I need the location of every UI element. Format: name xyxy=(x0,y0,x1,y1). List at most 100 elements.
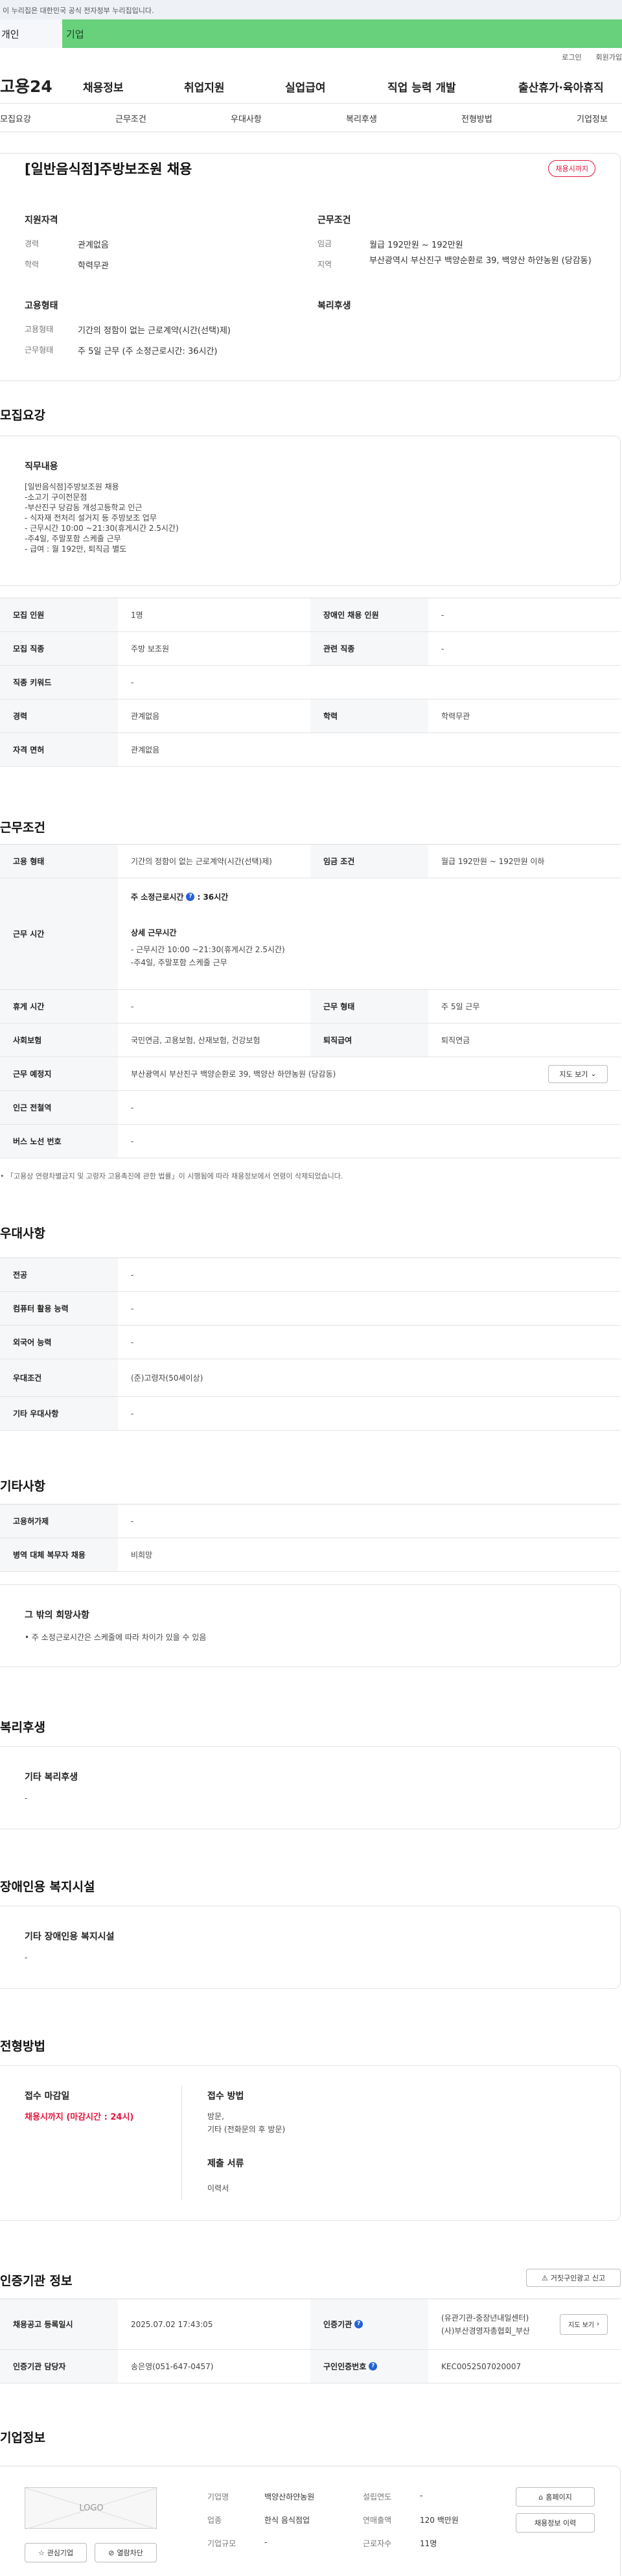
interest-company-button[interactable]: ☆ 관심기업 xyxy=(25,2543,87,2562)
cell-label: 모집 직종 xyxy=(0,631,118,666)
welfare-box-value: - xyxy=(25,1794,28,1803)
cell-value: - xyxy=(118,665,621,699)
method-value: 방문, 기타 (전화문의 후 방문) xyxy=(207,2110,285,2136)
cell-label: 구인인증번호 ? xyxy=(310,2349,428,2383)
org-value: (유관기관-중장년내일센터) (사)부산경영자총협회_부산 xyxy=(441,2312,530,2337)
anchor-work[interactable]: 근무조건 xyxy=(115,112,146,124)
gnb-item-parental-leave[interactable]: 출산휴가·육아휴직 xyxy=(518,78,604,95)
hours-main-value: : 36시간 xyxy=(197,893,229,902)
etc-wish-heading: 그 밖의 희망사항 xyxy=(25,1610,89,1621)
cell-label: 인증기관 담당자 xyxy=(0,2349,118,2383)
section-anchor-tabs: 모집요강 근무조건 우대사항 복리후생 전형방법 기업정보 xyxy=(0,104,622,132)
gnb-item-jobs[interactable]: 채용정보 xyxy=(83,78,124,95)
cell-label: 근무 시간 xyxy=(0,878,118,990)
info-icon[interactable]: ? xyxy=(186,893,195,901)
anchor-recruit[interactable]: 모집요강 xyxy=(0,112,31,124)
cell-value: 비희망 xyxy=(118,1538,621,1572)
anchor-preference[interactable]: 우대사항 xyxy=(231,112,262,124)
tab-company[interactable]: 기업 xyxy=(62,19,622,48)
org-line: (사)부산경영자총협회_부산 xyxy=(441,2326,530,2336)
org-map-button[interactable]: 지도 보기 › xyxy=(560,2313,608,2335)
anchor-screening[interactable]: 전형방법 xyxy=(461,112,492,124)
cell-value: - xyxy=(118,1258,621,1292)
cell-value: 주방 보조원 xyxy=(118,631,310,666)
employees-value: 11명 xyxy=(420,2539,437,2548)
table-row: 고용허가제 - xyxy=(0,1504,621,1538)
map-button[interactable]: 지도 보기 ⌄ xyxy=(548,1064,608,1083)
qual-heading: 지원자격 xyxy=(25,215,58,226)
founded-label: 설립연도 xyxy=(363,2492,392,2501)
founded-value: - xyxy=(420,2491,423,2500)
hours-detail-line: -주4일, 주말포함 스케줄 근무 xyxy=(131,958,227,967)
cell-value: 국민연금, 고용보험, 산재보험, 건강보험 xyxy=(118,1023,310,1057)
cell-label: 인근 전철역 xyxy=(0,1090,118,1125)
duty-card: 직무내용 [일반음식점]주방보조원 채용 -소고기 구이전문점 -부산진구 당감… xyxy=(0,436,621,586)
signup-link[interactable]: 회원가입 xyxy=(596,52,622,62)
status-badge: 채용시까지 xyxy=(548,160,595,177)
cell-value: 월급 192만원 ~ 192만원 이하 xyxy=(428,844,621,878)
docs-heading: 제출 서류 xyxy=(207,2159,244,2169)
table-row: 채용공고 등록일시 2025.07.02 17:43:05 인증기관 ? (유관… xyxy=(0,2299,621,2350)
age-notice: • 「고용상 연령차별금지 및 고령자 고용촉진에 관한 법률」이 시행됨에 따… xyxy=(0,1171,343,1181)
cell-label: 우대조건 xyxy=(0,1359,118,1397)
cell-value: KEC0052507020007 xyxy=(428,2349,621,2383)
info-icon[interactable]: ? xyxy=(354,2320,363,2328)
cell-value: 관계없음 xyxy=(118,732,621,767)
site-logo[interactable]: 고용24 xyxy=(0,74,52,97)
gnb-item-vocational-training[interactable]: 직업 능력 개발 xyxy=(387,78,456,95)
company-name-label: 기업명 xyxy=(207,2492,229,2501)
table-row: 모집 직종 주방 보조원 관련 직종 - xyxy=(0,631,621,666)
table-row: 휴게 시간 - 근무 형태 주 5일 근무 xyxy=(0,989,621,1024)
cell-value: - xyxy=(118,1090,621,1125)
cell-value: 부산광역시 부산진구 백양순환로 39, 백양산 하얀농원 (당감동) 지도 보… xyxy=(118,1057,621,1091)
cell-value: 퇴직연금 xyxy=(428,1023,621,1057)
job-history-button[interactable]: 채용정보 이력 xyxy=(516,2513,595,2533)
divider xyxy=(181,2085,182,2201)
wage-label: 임금 xyxy=(317,239,332,248)
tab-personal[interactable]: 개인 xyxy=(0,19,62,48)
table-row: 사회보험 국민연금, 고용보험, 산재보험, 건강보험 퇴직급여 퇴직연금 xyxy=(0,1023,621,1057)
login-link[interactable]: 로그인 xyxy=(562,52,581,62)
cell-label: 학력 xyxy=(310,699,428,733)
work-form-label: 근무형태 xyxy=(25,345,54,355)
cell-value: 주 소정근로시간 ? : 36시간 상세 근무시간 - 근무시간 10:00 ~… xyxy=(118,878,621,990)
interest-button-label: 관심기업 xyxy=(47,2549,74,2557)
hours-detail-heading: 상세 근무시간 xyxy=(131,928,177,937)
table-row: 버스 노선 번호 - xyxy=(0,1124,621,1158)
table-row: 경력 관계없음 학력 학력무관 xyxy=(0,699,621,733)
gov-banner: 이 누리집은 대한민국 공식 전자정부 누리집입니다. xyxy=(0,0,622,19)
cell-label: 기타 우대사항 xyxy=(0,1396,118,1431)
cell-value: (준)고령자(50세이상) xyxy=(118,1359,621,1397)
place-value: 부산광역시 부산진구 백양순환로 39, 백양산 하얀농원 (당감동) xyxy=(131,1070,336,1079)
table-row: 기타 우대사항 - xyxy=(0,1396,621,1431)
gnb-item-unemployment-benefit[interactable]: 실업급여 xyxy=(285,78,326,95)
cell-label: 직종 키워드 xyxy=(0,665,118,699)
duty-line: -주4일, 주말포함 스케줄 근무 xyxy=(25,534,121,543)
block-view-button[interactable]: ⊘ 열람차단 xyxy=(95,2543,157,2562)
etc-wish-text: • 주 소정근로시간은 스케줄에 따라 차이가 있을 수 있음 xyxy=(25,1633,207,1642)
cell-label: 고용허가제 xyxy=(0,1504,118,1538)
cell-value: - xyxy=(118,1504,621,1538)
cell-label: 장애인 채용 인원 xyxy=(310,598,428,632)
info-icon[interactable]: ? xyxy=(369,2362,378,2371)
table-row: 외국어 능력 - xyxy=(0,1325,621,1359)
gnb-item-employment-support[interactable]: 취업지원 xyxy=(184,78,225,95)
chevron-down-icon: ⌄ xyxy=(590,1070,597,1078)
anchor-welfare[interactable]: 복리후생 xyxy=(346,112,377,124)
emp-type-value: 기간의 정함이 없는 근로계약(시간(선택)제) xyxy=(78,326,231,336)
cell-label: 버스 노선 번호 xyxy=(0,1124,118,1158)
edu-value: 학력무관 xyxy=(78,261,109,271)
career-label: 경력 xyxy=(25,239,40,248)
cell-label: 인증기관 ? xyxy=(310,2299,428,2350)
disability-box-value: - xyxy=(25,1953,28,1962)
anchor-company[interactable]: 기업정보 xyxy=(577,112,608,124)
homepage-button[interactable]: ⌂ 홈페이지 xyxy=(516,2487,595,2507)
cell-value: - xyxy=(118,989,310,1024)
cell-value: 1명 xyxy=(118,598,310,632)
gov-banner-text: 이 누리집은 대한민국 공식 전자정부 누리집입니다. xyxy=(3,6,154,15)
emp-heading: 고용형태 xyxy=(25,301,58,311)
duty-line: [일반음식점]주방보조원 채용 xyxy=(25,482,119,491)
cell-label: 휴게 시간 xyxy=(0,989,118,1024)
hours-detail-line: - 근무시간 10:00 ~21:30(휴게시간 2.5시간) xyxy=(131,945,285,954)
report-fake-ad-button[interactable]: ⚠ 거짓구인광고 신고 xyxy=(526,2269,621,2287)
